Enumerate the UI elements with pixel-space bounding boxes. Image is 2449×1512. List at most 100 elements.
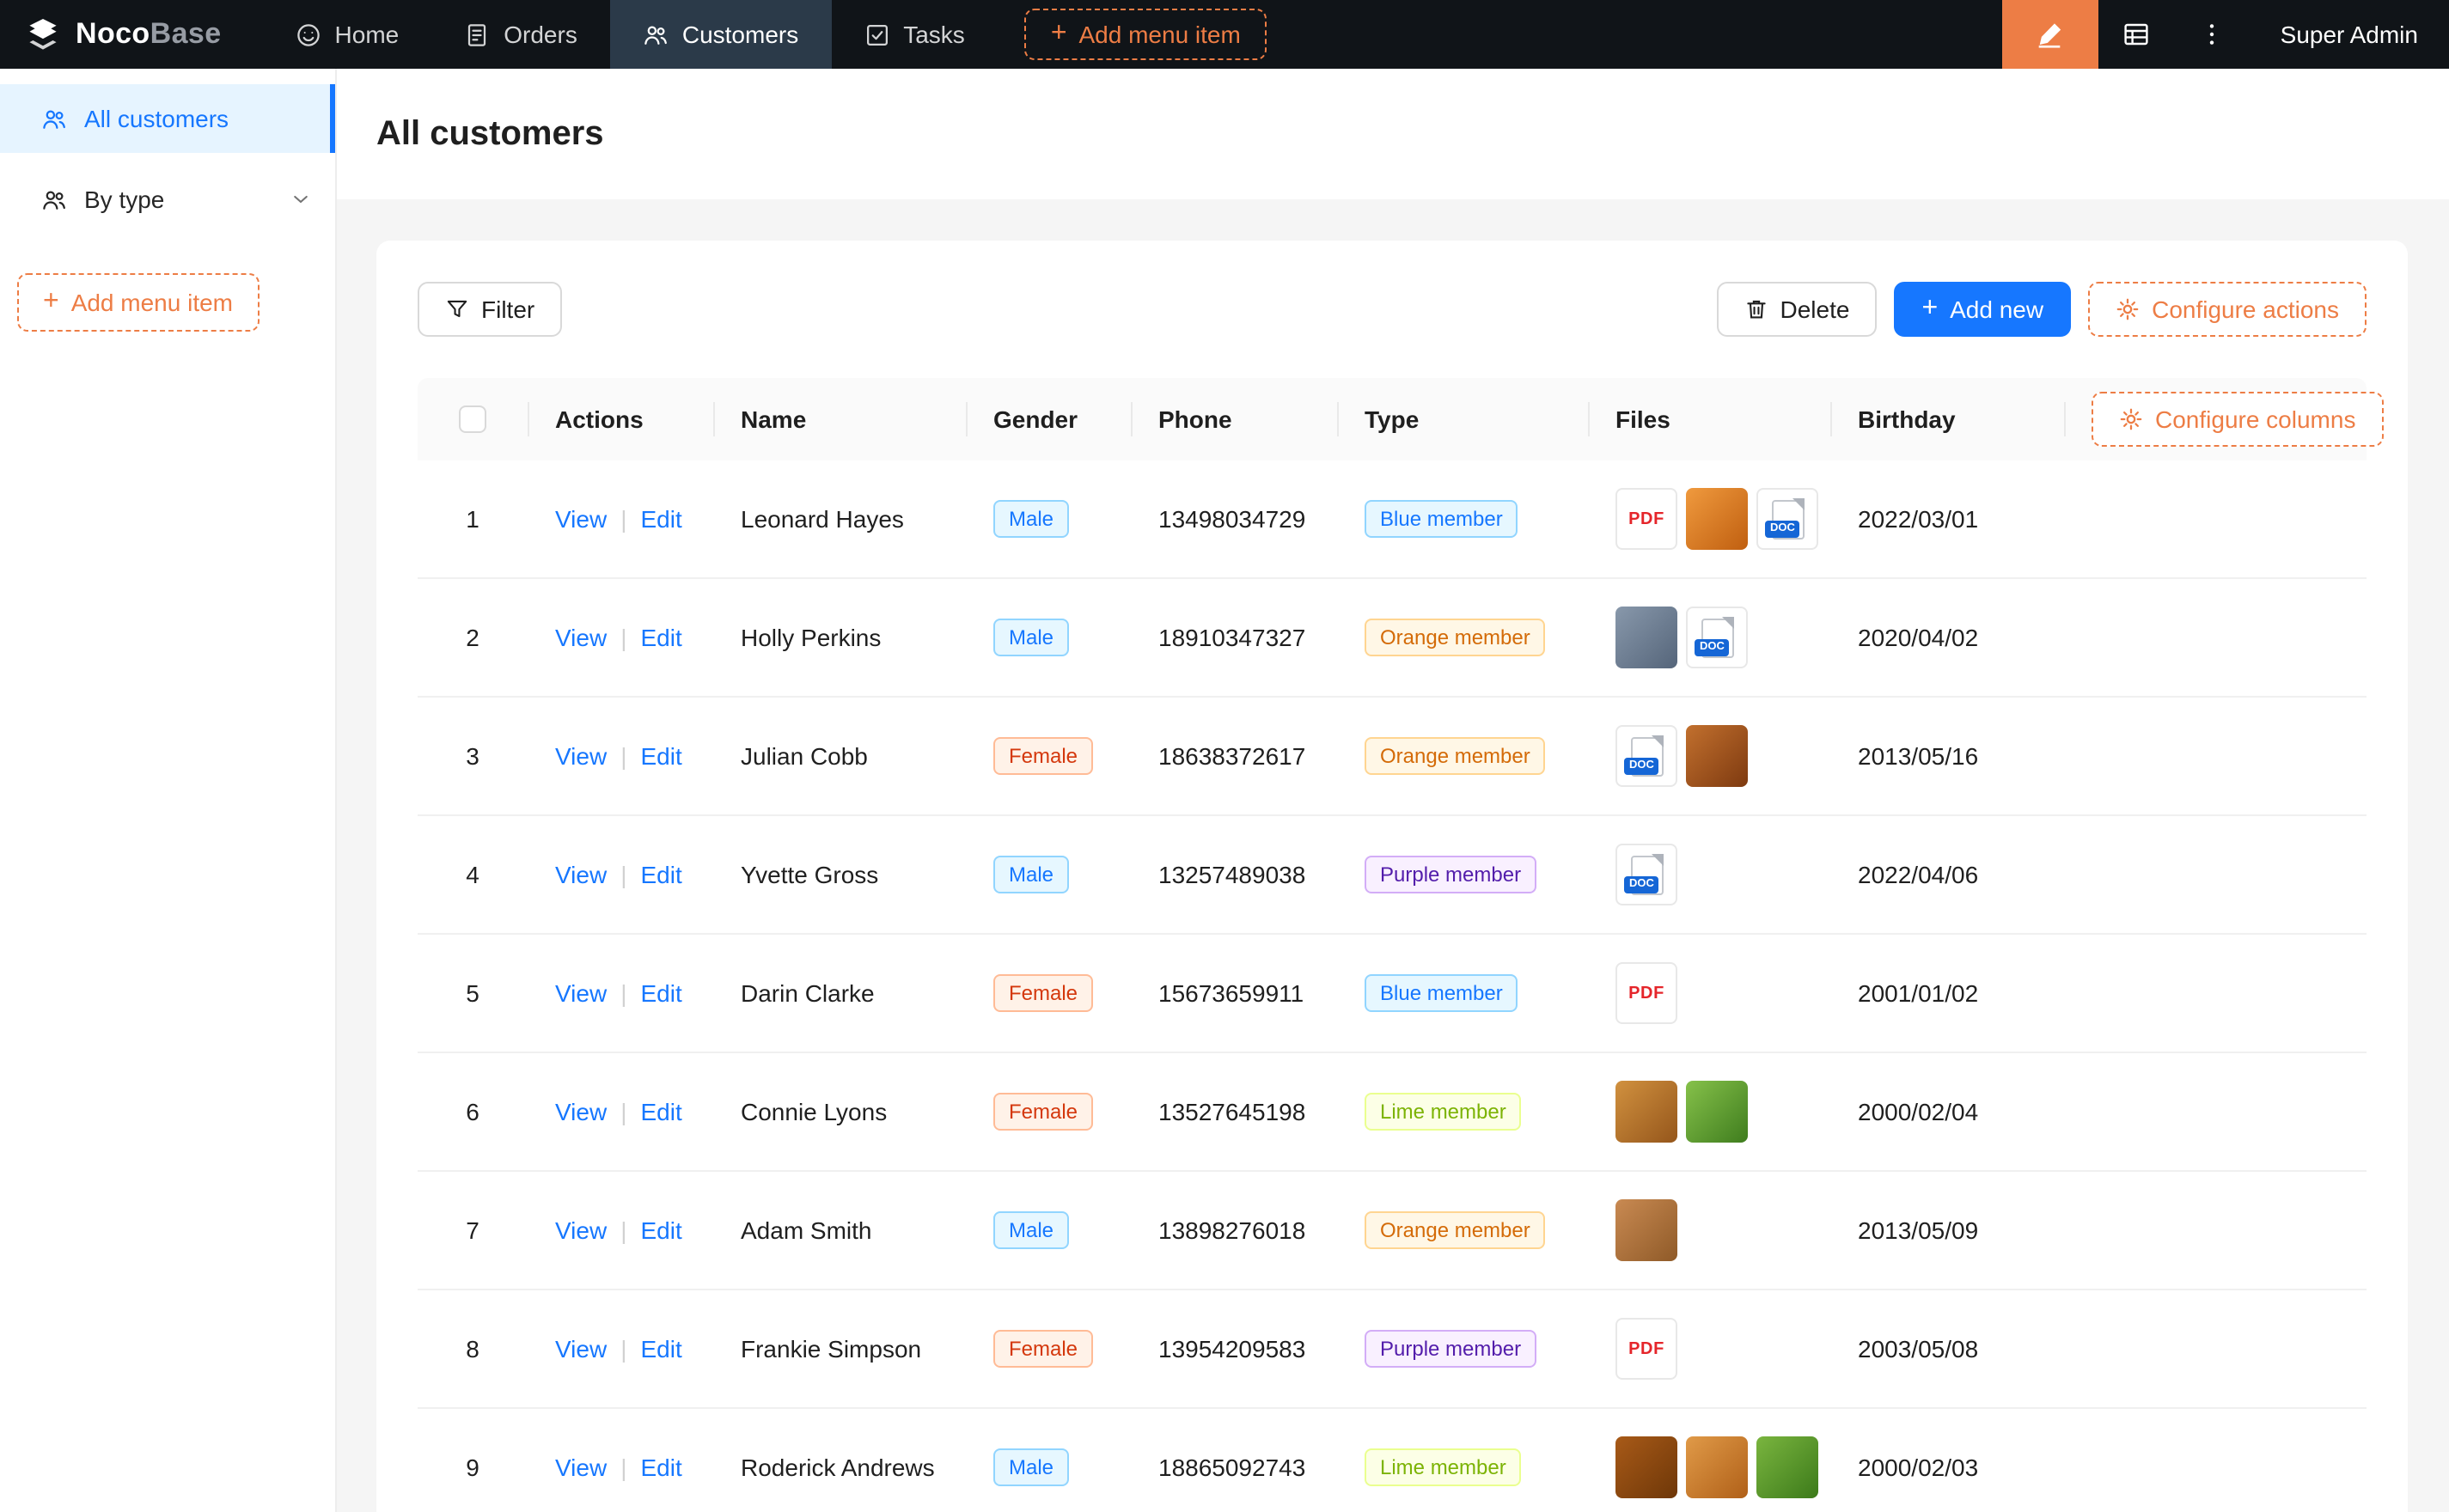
- image-file-thumbnail[interactable]: [1756, 1436, 1818, 1498]
- row-index: 1: [418, 505, 528, 533]
- doc-file-thumbnail[interactable]: DOC: [1756, 488, 1818, 550]
- gear-icon: [2119, 407, 2143, 431]
- table-row: 1View|EditLeonard HayesMale13498034729Bl…: [418, 460, 2367, 579]
- image-file-thumbnail[interactable]: [1615, 1081, 1677, 1143]
- edit-link[interactable]: Edit: [640, 1335, 681, 1363]
- cell-birthday: 2013/05/09: [1830, 1216, 2064, 1244]
- column-header-type: Type: [1337, 378, 1588, 460]
- table-row: 5View|EditDarin ClarkeFemale15673659911B…: [418, 935, 2367, 1053]
- gender-tag: Male: [993, 500, 1069, 538]
- sidebar-item-by-type[interactable]: By type: [0, 165, 335, 234]
- cell-files: DOC: [1588, 844, 1830, 905]
- smile-icon: [296, 21, 321, 47]
- filter-button[interactable]: Filter: [418, 282, 562, 337]
- check-square-icon: [864, 21, 889, 47]
- more-options-button[interactable]: [2174, 0, 2250, 69]
- nocobase-logo-icon: [24, 15, 62, 53]
- cell-files: [1588, 1081, 1830, 1143]
- action-divider: |: [620, 1216, 626, 1244]
- image-file-thumbnail[interactable]: [1615, 1436, 1677, 1498]
- edit-link[interactable]: Edit: [640, 624, 681, 651]
- team-icon: [41, 106, 67, 131]
- pdf-file-thumbnail[interactable]: PDF: [1615, 1318, 1677, 1380]
- doc-file-thumbnail[interactable]: DOC: [1615, 725, 1677, 787]
- sidebar-item-all-customers[interactable]: All customers: [0, 84, 335, 153]
- add-new-button[interactable]: + Add new: [1894, 282, 2071, 337]
- action-divider: |: [620, 742, 626, 770]
- cell-actions: View|Edit: [528, 861, 713, 888]
- ellipsis-icon: [2198, 21, 2226, 48]
- doc-badge: DOC: [1765, 520, 1800, 538]
- pdf-file-thumbnail[interactable]: PDF: [1615, 962, 1677, 1024]
- table-header-row: ActionsNameGenderPhoneTypeFilesBirthdayC…: [418, 378, 2367, 460]
- pdf-file-thumbnail[interactable]: PDF: [1615, 488, 1677, 550]
- doc-file-thumbnail[interactable]: DOC: [1686, 607, 1748, 668]
- cell-name: Yvette Gross: [713, 861, 966, 888]
- action-divider: |: [620, 505, 626, 533]
- delete-button[interactable]: Delete: [1717, 282, 1878, 337]
- gender-tag: Male: [993, 1448, 1069, 1486]
- view-link[interactable]: View: [555, 1216, 607, 1244]
- cell-name: Darin Clarke: [713, 979, 966, 1007]
- edit-link[interactable]: Edit: [640, 979, 681, 1007]
- image-file-thumbnail[interactable]: [1686, 725, 1748, 787]
- cell-files: [1588, 1436, 1830, 1498]
- configure-columns-button[interactable]: Configure columns: [2092, 392, 2383, 447]
- image-file-thumbnail[interactable]: [1615, 1199, 1677, 1261]
- cell-actions: View|Edit: [528, 979, 713, 1007]
- column-header-actions: Actions: [528, 378, 713, 460]
- cell-name: Adam Smith: [713, 1216, 966, 1244]
- image-file-thumbnail[interactable]: [1686, 488, 1748, 550]
- view-link[interactable]: View: [555, 1454, 607, 1481]
- add-menu-item-button-sidebar[interactable]: + Add menu item: [17, 273, 259, 332]
- table-row: 6View|EditConnie LyonsFemale13527645198L…: [418, 1053, 2367, 1172]
- cell-gender: Male: [966, 500, 1131, 538]
- brand-name: NocoBase: [76, 17, 222, 52]
- cell-type: Blue member: [1337, 974, 1588, 1012]
- column-header-phone: Phone: [1131, 378, 1337, 460]
- cell-name: Holly Perkins: [713, 624, 966, 651]
- plus-icon: +: [43, 289, 59, 316]
- view-link[interactable]: View: [555, 1335, 607, 1363]
- cell-type: Orange member: [1337, 1211, 1588, 1249]
- collections-button[interactable]: [2098, 0, 2174, 69]
- edit-link[interactable]: Edit: [640, 1454, 681, 1481]
- view-link[interactable]: View: [555, 1098, 607, 1125]
- edit-link[interactable]: Edit: [640, 505, 681, 533]
- cell-type: Orange member: [1337, 619, 1588, 656]
- sidebar-item-label: All customers: [84, 105, 229, 132]
- cell-gender: Male: [966, 856, 1131, 893]
- add-menu-item-button-top[interactable]: + Add menu item: [1025, 9, 1267, 60]
- view-link[interactable]: View: [555, 624, 607, 651]
- nav-item-orders[interactable]: Orders: [431, 0, 610, 69]
- user-menu[interactable]: Super Admin: [2250, 0, 2449, 69]
- configure-actions-button[interactable]: Configure actions: [2088, 282, 2367, 337]
- nav-item-tasks[interactable]: Tasks: [831, 0, 998, 69]
- action-divider: |: [620, 1335, 626, 1363]
- chevron-down-icon: [290, 189, 311, 210]
- cell-birthday: 2022/04/06: [1830, 861, 2064, 888]
- ui-editor-button[interactable]: [2002, 0, 2098, 69]
- pdf-icon: PDF: [1628, 1339, 1664, 1358]
- view-link[interactable]: View: [555, 861, 607, 888]
- team-icon: [643, 21, 669, 47]
- configure-actions-label: Configure actions: [2152, 296, 2339, 323]
- nav-item-customers[interactable]: Customers: [610, 0, 831, 69]
- view-link[interactable]: View: [555, 742, 607, 770]
- select-all-checkbox[interactable]: [459, 405, 486, 433]
- edit-link[interactable]: Edit: [640, 1216, 681, 1244]
- cell-birthday: 2022/03/01: [1830, 505, 2064, 533]
- doc-file-thumbnail[interactable]: DOC: [1615, 844, 1677, 905]
- cell-phone: 18910347327: [1131, 624, 1337, 651]
- image-file-thumbnail[interactable]: [1615, 607, 1677, 668]
- image-file-thumbnail[interactable]: [1686, 1081, 1748, 1143]
- edit-link[interactable]: Edit: [640, 742, 681, 770]
- view-link[interactable]: View: [555, 505, 607, 533]
- cell-actions: View | Edit: [528, 1216, 713, 1244]
- image-file-thumbnail[interactable]: [1686, 1436, 1748, 1498]
- edit-link[interactable]: Edit: [640, 861, 681, 888]
- edit-link[interactable]: Edit: [640, 1098, 681, 1125]
- nav-item-home[interactable]: Home: [263, 0, 432, 69]
- member-type-tag: Lime member: [1365, 1448, 1522, 1486]
- view-link[interactable]: View: [555, 979, 607, 1007]
